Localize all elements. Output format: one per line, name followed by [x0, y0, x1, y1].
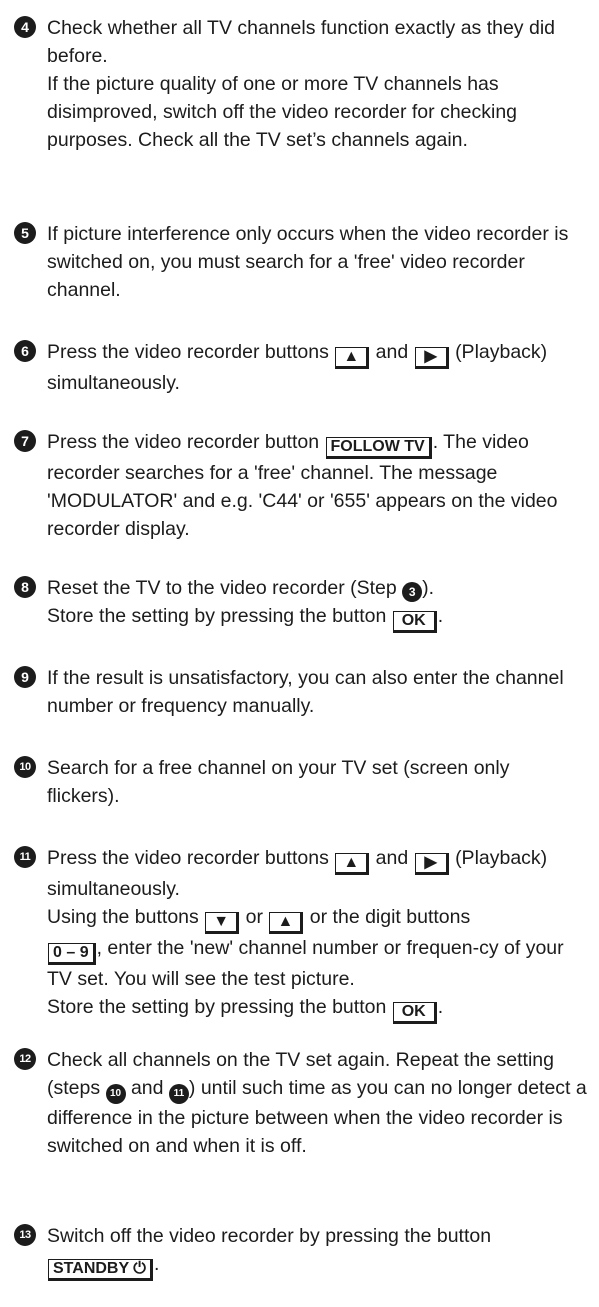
step-number: 9 [14, 666, 36, 688]
step-text: . [437, 605, 444, 627]
step-text: Switch off the video recorder by pressin… [47, 1225, 492, 1247]
step-number: 5 [14, 222, 36, 244]
step-text: Reset the TV to the video recorder (Step [47, 577, 397, 599]
step-text: or [245, 906, 263, 928]
step-text: Store the setting by pressing the button [47, 605, 387, 627]
step-text: Press the video recorder buttons [47, 847, 329, 869]
down-arrow-icon: ▼ [205, 912, 240, 934]
follow-tv-key: FOLLOW TV [325, 437, 432, 459]
step-ref: 11 [168, 1084, 189, 1104]
step-text: . [153, 1253, 160, 1275]
step-text: Store the setting by pressing the button [47, 996, 387, 1018]
eject-icon: ▲ [335, 853, 370, 875]
step-text: and [130, 1077, 164, 1099]
step-text: Search for a free channel on your TV set… [47, 757, 510, 807]
step-text: . [437, 996, 444, 1018]
step-text: Using the buttons [47, 906, 199, 928]
play-icon: ▶ [414, 347, 449, 369]
step-text: ). [422, 577, 435, 599]
step-text: or the digit buttons [309, 906, 471, 928]
step-number: 11 [14, 846, 36, 868]
play-icon: ▶ [414, 853, 449, 875]
step-text: ) until such time as you can no longer d… [47, 1077, 587, 1157]
step-text: Check whether all TV channels function e… [47, 17, 555, 67]
step-text: and [375, 341, 409, 363]
step-text: Press the video recorder button [47, 431, 320, 453]
step-number: 12 [14, 1048, 36, 1070]
step-ref: 3 [402, 582, 423, 602]
step-text: If the picture quality of one or more TV… [47, 73, 518, 151]
digit-keys: 0 – 9 [48, 943, 96, 965]
step-text: If picture interference only occurs when… [47, 223, 569, 301]
step-number: 13 [14, 1224, 36, 1246]
standby-key: STANDBY ⏻ [48, 1259, 153, 1281]
eject-icon: ▲ [335, 347, 370, 369]
ok-key: OK [392, 611, 437, 633]
step-number: 10 [14, 756, 36, 778]
step-text: and [375, 847, 409, 869]
step-text: Press the video recorder buttons [47, 341, 329, 363]
step-number: 8 [14, 576, 36, 598]
step-text: If the result is unsatisfactory, you can… [47, 667, 564, 717]
step-number: 6 [14, 340, 36, 362]
step-ref: 10 [105, 1084, 126, 1104]
up-arrow-icon: ▲ [269, 912, 304, 934]
step-text: , enter the 'new' channel number or freq… [47, 937, 564, 990]
step-number: 7 [14, 430, 36, 452]
step-number: 4 [14, 16, 36, 38]
ok-key: OK [392, 1002, 437, 1024]
